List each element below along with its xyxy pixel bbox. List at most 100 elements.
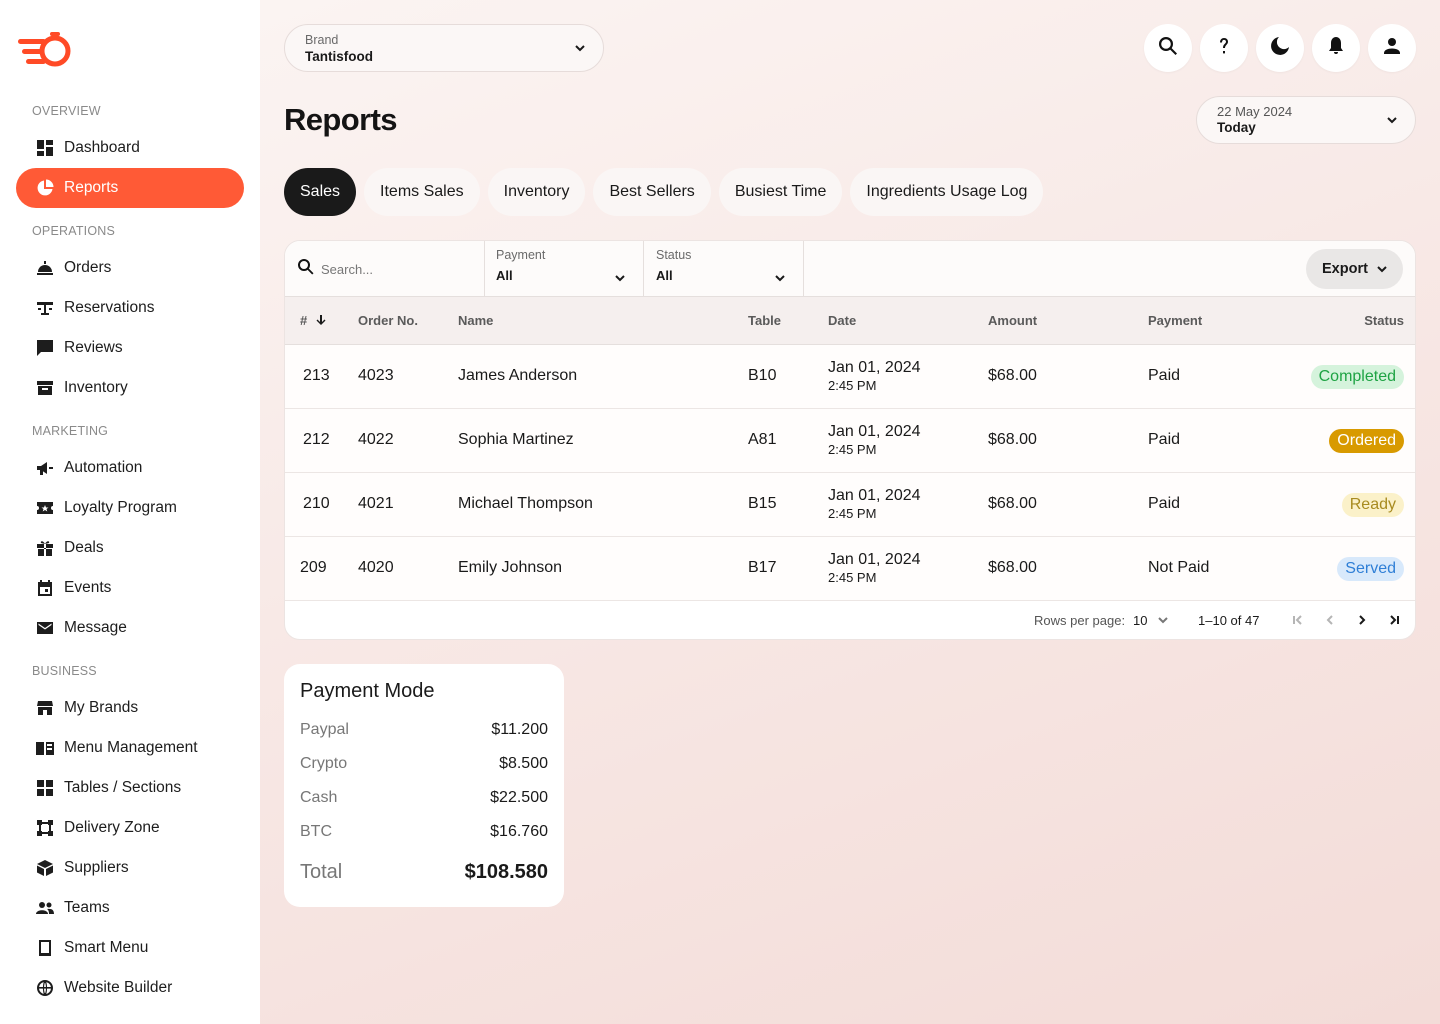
column-header-amount[interactable]: Amount (988, 313, 1037, 328)
table-icon (36, 299, 54, 317)
tab-best-sellers[interactable]: Best Sellers (593, 168, 711, 216)
cell-amount: $68.00 (988, 431, 1037, 448)
filter-bar: Search... Payment All Status All Export (285, 241, 1415, 297)
export-label: Export (1322, 261, 1368, 277)
tab-busiest-time[interactable]: Busiest Time (718, 168, 843, 216)
date-select[interactable]: 22 May 2024 Today (1196, 96, 1416, 144)
rows-per-page-select[interactable]: 10 (1133, 613, 1147, 628)
sidebar-item-suppliers[interactable]: Suppliers (16, 848, 244, 888)
search-placeholder: Search... (321, 261, 374, 277)
cell-name: Michael Thompson (458, 495, 593, 512)
globe-icon (36, 979, 54, 997)
prev-page-button[interactable] (1323, 613, 1339, 629)
tab-items-sales[interactable]: Items Sales (364, 168, 480, 216)
sidebar-item-my-brands[interactable]: My Brands (16, 688, 244, 728)
sidebar-item-reviews[interactable]: Reviews (16, 328, 244, 368)
column-header-status[interactable]: Status (1364, 313, 1404, 328)
tablet-icon (36, 939, 54, 957)
sidebar-item-menu-management[interactable]: Menu Management (16, 728, 244, 768)
sidebar-item-orders[interactable]: Orders (16, 248, 244, 288)
notifications-button[interactable] (1312, 24, 1360, 72)
table-row[interactable]: 210 4021 Michael Thompson B15 Jan 01, 20… (285, 473, 1415, 537)
cell-id: 210 (303, 495, 330, 512)
bell-icon (1325, 35, 1347, 62)
column-header-payment[interactable]: Payment (1148, 313, 1202, 328)
help-button[interactable] (1200, 24, 1248, 72)
sidebar-item-teams[interactable]: Teams (16, 888, 244, 928)
column-header-date[interactable]: Date (828, 313, 856, 328)
sidebar-item-message[interactable]: Message (16, 608, 244, 648)
payment-mode-title: Payment Mode (300, 680, 435, 702)
sidebar-item-dashboard[interactable]: Dashboard (16, 128, 244, 168)
rows-per-page-label: Rows per page: (1034, 613, 1126, 628)
box-icon (36, 859, 54, 877)
sidebar-item-label: Events (64, 579, 112, 596)
table-row[interactable]: 213 4023 James Anderson B10 Jan 01, 2024… (285, 345, 1415, 409)
sidebar-item-reservations[interactable]: Reservations (16, 288, 244, 328)
sidebar-item-loyalty-program[interactable]: Loyalty Program (16, 488, 244, 528)
chevron-down-icon (773, 271, 787, 285)
cell-table: B17 (748, 559, 777, 576)
payment-mode-card: Payment Mode Paypal $11.200 Crypto $8.500 … (284, 664, 564, 907)
last-page-button[interactable] (1387, 613, 1403, 629)
chevron-down-icon (613, 271, 627, 285)
column-header-table[interactable]: Table (748, 313, 781, 328)
sidebar-item-events[interactable]: Events (16, 568, 244, 608)
report-tabs: Sales Items Sales Inventory Best Sellers… (284, 168, 1044, 216)
status-filter[interactable]: Status All (644, 241, 804, 297)
search-input[interactable]: Search... (285, 241, 485, 297)
profile-button[interactable] (1368, 24, 1416, 72)
grid-icon (36, 779, 54, 797)
payment-mode-row: Paypal $11.200 (300, 721, 548, 738)
payment-mode-row: Crypto $8.500 (300, 755, 548, 772)
brand-caption: Brand (305, 33, 339, 47)
date-value: Today (1217, 120, 1256, 135)
search-button[interactable] (1144, 24, 1192, 72)
column-header-order-no[interactable]: Order No. (358, 313, 418, 328)
sidebar-item-website-builder[interactable]: Website Builder (16, 968, 244, 1008)
sidebar-item-reports[interactable]: Reports (16, 168, 244, 208)
sidebar-item-tables-sections[interactable]: Tables / Sections (16, 768, 244, 808)
menu-book-icon (36, 739, 54, 757)
mail-icon (36, 619, 54, 637)
sidebar-item-automation[interactable]: Automation (16, 448, 244, 488)
tab-sales[interactable]: Sales (284, 168, 357, 216)
payment-filter-caption: Payment (496, 248, 546, 262)
sidebar-item-label: Dashboard (64, 139, 140, 156)
column-header-id[interactable]: # (300, 313, 326, 328)
sidebar-item-label: Deals (64, 539, 104, 556)
table-row[interactable]: 212 4022 Sophia Martinez A81 Jan 01, 202… (285, 409, 1415, 473)
table-row[interactable]: 209 4020 Emily Johnson B17 Jan 01, 2024 2… (285, 537, 1415, 601)
chevron-down-icon[interactable] (1157, 614, 1171, 628)
sidebar-item-delivery-zone[interactable]: Delivery Zone (16, 808, 244, 848)
sidebar-item-deals[interactable]: Deals (16, 528, 244, 568)
arrow-down-icon (316, 315, 326, 325)
header-actions (1144, 24, 1416, 72)
column-header-name[interactable]: Name (458, 313, 493, 328)
dark-mode-button[interactable] (1256, 24, 1304, 72)
sales-table-card: Search... Payment All Status All Export … (284, 240, 1416, 640)
status-badge: Ordered (1329, 429, 1404, 453)
brand-select[interactable]: Brand Tantisfood (284, 24, 604, 72)
archive-icon (36, 379, 54, 397)
dark-mode-icon (1269, 35, 1291, 62)
cell-order-no: 4023 (358, 367, 394, 384)
sidebar-item-smart-menu[interactable]: Smart Menu (16, 928, 244, 968)
first-page-button[interactable] (1291, 613, 1307, 629)
cell-date: Jan 01, 2024 2:45 PM (828, 487, 921, 521)
sidebar-item-inventory[interactable]: Inventory (16, 368, 244, 408)
payment-filter[interactable]: Payment All (484, 241, 644, 297)
sidebar-item-label: Reservations (64, 299, 155, 316)
tab-inventory[interactable]: Inventory (487, 168, 586, 216)
section-label-marketing: MARKETING (32, 424, 109, 438)
cell-table: B15 (748, 495, 777, 512)
brand-logo[interactable] (16, 28, 76, 74)
next-page-button[interactable] (1355, 613, 1371, 629)
sidebar-item-label: Reviews (64, 339, 123, 356)
cell-name: James Anderson (458, 367, 578, 384)
tab-ingredients-usage-log[interactable]: Ingredients Usage Log (850, 168, 1044, 216)
megaphone-icon (36, 459, 54, 477)
section-label-business: BUSINESS (32, 664, 97, 678)
sidebar-item-label: Delivery Zone (64, 819, 160, 836)
export-button[interactable]: Export (1306, 249, 1403, 289)
